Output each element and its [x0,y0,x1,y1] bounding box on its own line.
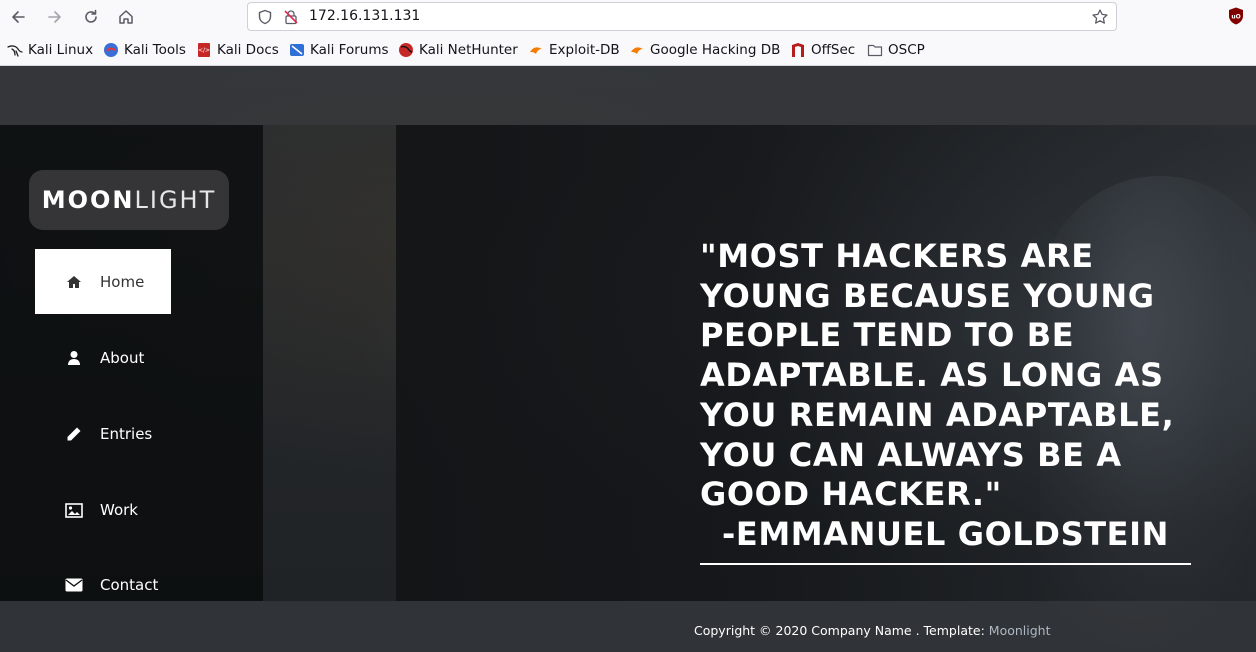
bookmark-kali-tools[interactable]: Kali Tools [103,41,186,59]
user-icon [65,349,83,367]
nav-contact[interactable]: Contact [35,552,171,617]
bookmark-label: Kali Forums [310,42,389,58]
bookmark-label: Kali Linux [28,42,94,58]
nav-label: Entries [100,425,153,443]
bookmark-label: Kali Tools [124,42,186,58]
tracking-shield-icon[interactable] [257,9,273,29]
svg-text:uO: uO [1231,14,1240,21]
bookmark-kali-linux[interactable]: Kali Linux [7,41,93,59]
bookmark-label: Google Hacking DB [650,42,781,58]
bookmark-label: OffSec [811,42,856,58]
image-icon [65,501,83,519]
arrow-left-icon [12,11,25,23]
kali-dragon-icon [7,42,23,58]
hero-quote: "MOST HACKERS ARE YOUNG BECAUSE YOUNG PE… [700,237,1200,555]
offsec-icon [790,42,806,58]
quote-line: YOU REMAIN ADAPTABLE, [700,395,1175,434]
nav-label: Home [100,273,145,291]
back-button[interactable] [6,5,30,29]
quote-line: PEOPLE TEND TO BE [700,316,1075,355]
kali-docs-icon: </> [196,42,212,58]
nav-label: About [100,349,145,367]
bookmark-kali-docs[interactable]: </> Kali Docs [196,41,279,59]
copyright-text: Copyright © 2020 Company Name . Template… [694,623,989,638]
pencil-icon [65,425,83,443]
url-text[interactable]: 172.16.131.131 [309,8,420,24]
nav-about[interactable]: About [35,325,171,390]
top-band [0,66,1256,125]
envelope-icon [65,576,83,594]
template-link[interactable]: Moonlight [989,623,1051,638]
browser-toolbar: 172.16.131.131 uO [0,0,1256,34]
reload-icon [85,9,97,23]
quote-line: GOOD HACKER." [700,475,1002,514]
reload-button[interactable] [79,5,103,29]
bookmark-star-icon[interactable] [1091,8,1109,30]
home-button[interactable] [114,5,138,29]
exploit-db-icon [528,42,544,58]
quote-line: YOU CAN ALWAYS BE A [700,435,1122,474]
kali-nethunter-icon [398,42,414,58]
bookmark-label: Kali NetHunter [419,42,518,58]
quote-line: "MOST HACKERS ARE [700,237,1094,275]
bookmark-kali-nethunter[interactable]: Kali NetHunter [398,41,518,59]
bookmark-label: Kali Docs [217,42,279,58]
forward-button[interactable] [43,5,67,29]
bookmark-google-hacking-db[interactable]: Google Hacking DB [629,41,780,59]
arrow-right-icon [48,11,61,23]
quote-author: -EMMANUEL GOLDSTEIN [722,514,1169,553]
bookmarks-toolbar: Kali Linux Kali Tools </> Kali Docs Kali… [0,34,1256,66]
kali-forums-icon [289,42,305,58]
nav-label: Contact [100,576,159,594]
bookmark-offsec[interactable]: OffSec [790,41,855,59]
site-logo[interactable]: MOON LIGHT [29,170,229,230]
bookmark-label: OSCP [888,42,925,58]
nav-label: Work [100,501,138,519]
footer-band [0,601,1256,652]
kali-tools-icon [103,42,119,58]
folder-icon [867,42,883,58]
quote-line: ADAPTABLE. AS LONG AS [700,356,1164,395]
quote-divider [700,563,1191,565]
sidebar: MOON LIGHT Home About Entries Work Conta… [0,125,263,601]
bookmark-kali-forums[interactable]: Kali Forums [289,41,389,59]
logo-bold-text: MOON [41,186,135,214]
webpage: MOON LIGHT Home About Entries Work Conta… [0,66,1256,652]
footer: Copyright © 2020 Company Name . Template… [694,623,1051,638]
logo-light-text: LIGHT [134,186,217,214]
nav-entries[interactable]: Entries [35,401,171,466]
bookmark-folder-oscp[interactable]: OSCP [867,41,925,59]
nav-work[interactable]: Work [35,477,171,542]
bookmark-exploit-db[interactable]: Exploit-DB [528,41,620,59]
ghdb-icon [629,42,645,58]
svg-text:</>: </> [198,47,210,54]
home-icon [65,273,83,291]
bookmark-label: Exploit-DB [549,42,620,58]
address-bar[interactable]: 172.16.131.131 [247,2,1117,31]
nav-home[interactable]: Home [35,249,171,314]
quote-line: YOUNG BECAUSE YOUNG [700,276,1155,315]
ublock-origin-icon[interactable]: uO [1228,7,1244,25]
insecure-lock-icon[interactable] [283,9,299,29]
house-icon [119,10,133,24]
